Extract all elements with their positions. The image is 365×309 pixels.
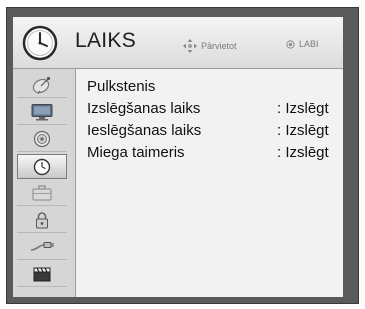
move-hint: Pārvietot [183,39,237,53]
ok-hint-label: LABI [299,39,319,49]
sidebar-item-picture[interactable] [17,100,67,125]
menu-row-value: : Izslēgt [277,100,329,117]
padlock-icon [36,212,48,229]
clock-icon [22,25,58,61]
menu-row-sleep-timer[interactable]: Miega taimeris : Izslēgt [87,144,337,166]
settings-list: Pulkstenis Izslēgšanas laiks : Izslēgt I… [76,69,343,297]
move-hint-label: Pārvietot [201,41,237,51]
satellite-dish-icon [32,76,51,94]
sidebar-item-audio[interactable] [17,127,67,152]
menu-row-value: : Izslēgt [277,144,329,161]
menu-header: LAIKS Pārvietot LABI [13,17,343,69]
menu-row-label: Miega taimeris [87,144,185,161]
monitor-icon [31,104,53,121]
sidebar-item-media[interactable] [17,262,67,287]
menu-row-off-time[interactable]: Izslēgšanas laiks : Izslēgt [87,100,337,122]
page-title: LAIKS [75,29,137,52]
category-sidebar [13,69,76,297]
menu-row-value: : Izslēgt [277,122,329,139]
sidebar-item-input[interactable] [17,235,67,260]
menu-row-clock[interactable]: Pulkstenis [87,78,337,100]
menu-row-label: Ieslēgšanas laiks [87,122,202,139]
four-arrows-icon [183,39,197,53]
sidebar-item-channels[interactable] [17,73,67,98]
menu-row-label: Izslēgšanas laiks [87,100,201,117]
ok-hint: LABI [286,39,319,49]
speaker-icon [33,130,51,148]
ok-dot-icon [286,39,295,49]
clapperboard-icon [33,267,51,282]
clock-icon [33,158,51,175]
toolbox-icon [32,185,52,201]
sidebar-item-options[interactable] [17,181,67,206]
menu-row-on-time[interactable]: Ieslēgšanas laiks : Izslēgt [87,122,337,144]
sidebar-item-time[interactable] [17,154,67,179]
menu-row-label: Pulkstenis [87,78,156,95]
cable-plug-icon [30,242,54,251]
sidebar-item-lock[interactable] [17,208,67,233]
